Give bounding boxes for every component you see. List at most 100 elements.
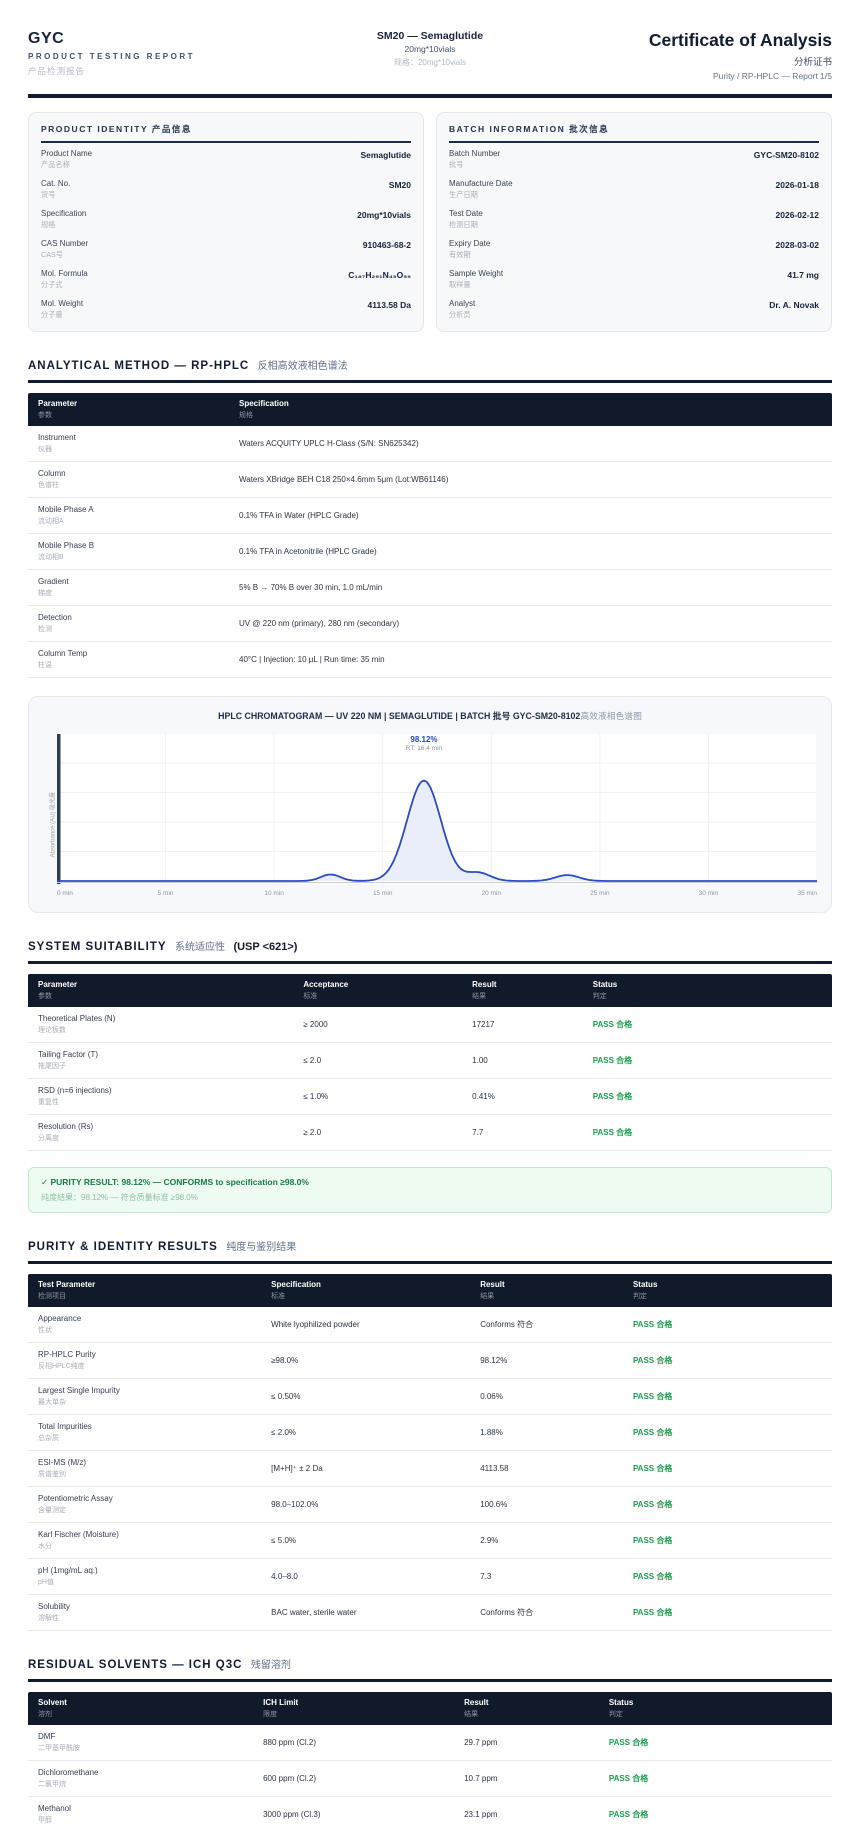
param-label: Potentiometric Assay (38, 1494, 251, 1503)
system-suitability-table: Parameter参数Acceptance标准Result结果Status判定 … (28, 974, 832, 1151)
status-badge: PASS 合格 (623, 1312, 832, 1337)
section-heading-system-suitability: SYSTEM SUITABILITY 系统适应性 (USP <621>) (28, 937, 832, 964)
param-label-zh: 仪器 (38, 444, 219, 454)
table-row: Appearance 性状 White lyophilized powder C… (28, 1307, 832, 1343)
param-label-zh: 甲醇 (38, 1815, 243, 1825)
x-tick-label: 15 min (373, 890, 393, 897)
info-label: Manufacture Date (449, 179, 513, 188)
x-tick-label: 5 min (158, 890, 174, 897)
spec-value: Waters ACQUITY UPLC H-Class (S/N: SN6253… (229, 432, 832, 455)
param-label: ESI-MS (M/z) (38, 1458, 251, 1467)
table-row: Gradient 梯度 5% B → 70% B over 30 min, 1.… (28, 570, 832, 606)
result-value: 2.9% (470, 1529, 623, 1552)
param-label-zh: 二甲基甲酰胺 (38, 1743, 243, 1753)
info-label: Specification (41, 209, 86, 218)
status-badge: PASS 合格 (623, 1420, 832, 1445)
result-value: 1.88% (470, 1421, 623, 1444)
info-value: 4113.58 Da (368, 299, 411, 310)
status-badge: PASS 合格 (599, 1730, 832, 1755)
purity-banner-main: ✓ PURITY RESULT: 98.12% — CONFORMS to sp… (41, 1177, 819, 1188)
x-tick-label: 10 min (264, 890, 284, 897)
page-header: GYC PRODUCT TESTING REPORT 产品检测报告 SM20 —… (28, 30, 832, 81)
status-badge: PASS 合格 (583, 1012, 832, 1037)
table-row: Detection 检测 UV @ 220 nm (primary), 280 … (28, 606, 832, 642)
x-axis-ticks: 0 min5 min10 min15 min20 min25 min30 min… (57, 888, 817, 902)
param-label: Mobile Phase A (38, 505, 219, 514)
section-title: RESIDUAL SOLVENTS — ICH Q3C (28, 1659, 242, 1671)
table-row: ESI-MS (M/z) 质谱鉴别 [M+H]⁺ ± 2 Da 4113.58 … (28, 1451, 832, 1487)
param-label: Appearance (38, 1314, 251, 1323)
param-label: RSD (n=6 injections) (38, 1086, 283, 1095)
info-value: SM20 (389, 179, 411, 190)
result-value: 100.6% (470, 1493, 623, 1516)
col-header: Status判定 (599, 1692, 832, 1725)
purity-result-banner: ✓ PURITY RESULT: 98.12% — CONFORMS to sp… (28, 1167, 832, 1213)
spec-value: ≤ 5.0% (261, 1529, 470, 1552)
col-header: Result结果 (470, 1274, 623, 1307)
certificate-of-analysis-page: GYC PRODUCT TESTING REPORT 产品检测报告 SM20 —… (0, 0, 860, 1828)
info-value: 2028-03-02 (776, 239, 819, 250)
info-value: 2026-01-18 (776, 179, 819, 190)
status-badge: PASS 合格 (583, 1084, 832, 1109)
acceptance-value: ≥ 2.0 (293, 1121, 462, 1144)
table-header: Solvent溶剂ICH Limit限度Result结果Status判定 (28, 1692, 832, 1725)
col-header: Result结果 (462, 974, 583, 1007)
info-label: Test Date (449, 209, 483, 218)
param-label-zh: 二氯甲烷 (38, 1779, 243, 1789)
param-label: Column (38, 469, 219, 478)
table-row: Largest Single Impurity 最大单杂 ≤ 0.50% 0.0… (28, 1379, 832, 1415)
param-label-zh: 最大单杂 (38, 1397, 251, 1407)
y-axis-label: Absorbance (AU) 吸光度 (43, 734, 57, 902)
section-heading-purity-results: PURITY & IDENTITY RESULTS 纯度与鉴别结果 (28, 1237, 832, 1264)
param-label-zh: 溶解性 (38, 1613, 251, 1623)
param-label-zh: 色谱柱 (38, 480, 219, 490)
result-value: 1.00 (462, 1049, 583, 1072)
product-identity-title: PRODUCT IDENTITY 产品信息 (41, 123, 411, 143)
spec-value: ≥98.0% (261, 1349, 470, 1372)
param-label-zh: 拖尾因子 (38, 1061, 283, 1071)
product-title: SM20 — Semaglutide (296, 30, 564, 42)
result-value: Conforms 符合 (470, 1600, 623, 1625)
x-tick-label: 35 min (797, 890, 817, 897)
document-subtitle: Purity / RP-HPLC — Report 1/5 (564, 71, 832, 81)
table-row: Mobile Phase A 流动相A 0.1% TFA in Water (H… (28, 498, 832, 534)
header-divider (28, 94, 832, 98)
limit-value: 3000 ppm (Cl.3) (253, 1803, 454, 1826)
info-label-zh: 取样量 (449, 280, 503, 290)
info-row: Mol. Formula 分子式 C₁₈₇H₂₉₁N₄₅O₅₉ (41, 263, 411, 293)
info-row: Specification 规格 20mg*10vials (41, 203, 411, 233)
result-value: Conforms 符合 (470, 1312, 623, 1337)
col-header: Test Parameter检测项目 (28, 1274, 261, 1307)
info-label-zh: 有效期 (449, 250, 490, 260)
table-row: Mobile Phase B 流动相B 0.1% TFA in Acetonit… (28, 534, 832, 570)
info-value: 2026-02-12 (776, 209, 819, 220)
param-label-zh: 流动相A (38, 516, 219, 526)
info-label: Mol. Weight (41, 299, 83, 308)
brand-subtitle: PRODUCT TESTING REPORT (28, 52, 296, 61)
table-header: Test Parameter检测项目Specification标准Result结… (28, 1274, 832, 1307)
status-badge: PASS 合格 (623, 1528, 832, 1553)
section-title-zh: 残留溶剂 (251, 1660, 291, 1671)
document-title-block: Certificate of Analysis 分析证书 Purity / RP… (564, 30, 832, 81)
method-table-body: Instrument 仪器 Waters ACQUITY UPLC H-Clas… (28, 426, 832, 678)
param-label-zh: 性状 (38, 1325, 251, 1335)
product-identity-panel: PRODUCT IDENTITY 产品信息 Product Name 产品名称 … (28, 112, 424, 332)
table-row: RSD (n=6 injections) 重复性 ≤ 1.0% 0.41% PA… (28, 1079, 832, 1115)
param-label: Methanol (38, 1804, 243, 1813)
param-label: Karl Fischer (Moisture) (38, 1530, 251, 1539)
spec-value: White lyophilized powder (261, 1313, 470, 1336)
limit-value: 600 ppm (Cl.2) (253, 1767, 454, 1790)
info-label: Product Name (41, 149, 92, 158)
spec-value: Waters XBridge BEH C18 250×4.6mm 5μm (Lo… (229, 468, 832, 491)
brand-block: GYC PRODUCT TESTING REPORT 产品检测报告 (28, 30, 296, 77)
product-spec-zh: 规格：20mg*10vials (296, 57, 564, 68)
product-header-block: SM20 — Semaglutide 20mg*10vials 规格：20mg*… (296, 30, 564, 68)
param-label: Instrument (38, 433, 219, 442)
status-badge: PASS 合格 (583, 1120, 832, 1145)
info-value: Dr. A. Novak (769, 299, 819, 310)
purity-banner-sub: 纯度结果：98.12% — 符合质量标准 ≥98.0% (41, 1192, 819, 1203)
result-value: 98.12% (470, 1349, 623, 1372)
col-header: Specification (239, 399, 822, 408)
info-value: 20mg*10vials (357, 209, 411, 220)
table-row: Theoretical Plates (N) 理论板数 ≥ 2000 17217… (28, 1007, 832, 1043)
